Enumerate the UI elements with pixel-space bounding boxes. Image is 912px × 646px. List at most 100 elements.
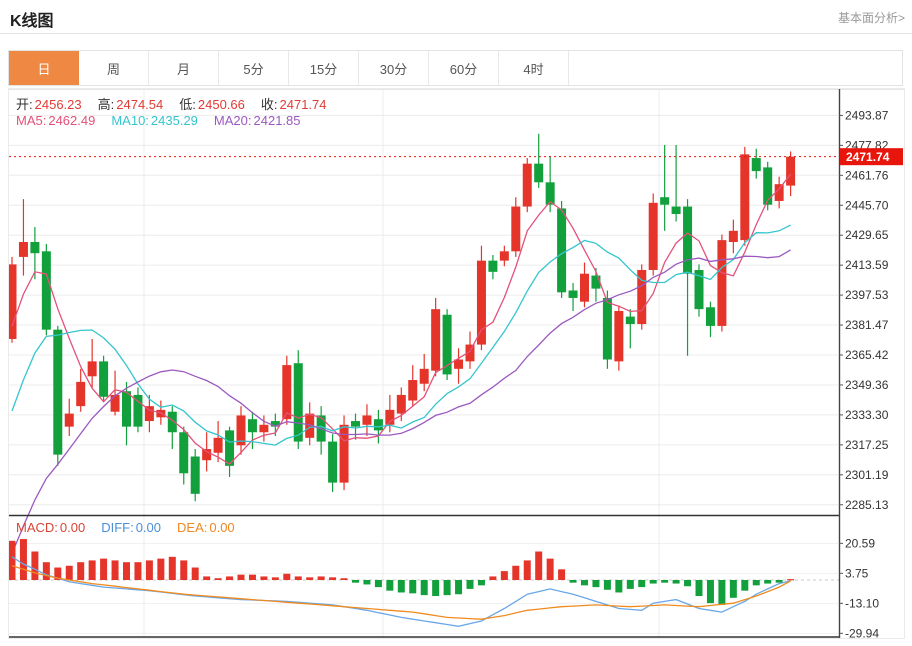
macd-bar-positive bbox=[535, 552, 542, 580]
tab-60min[interactable]: 60分 bbox=[429, 51, 499, 85]
candle-down bbox=[603, 298, 612, 360]
main-axis-label: 2381.47 bbox=[845, 318, 889, 332]
macd-bar-negative bbox=[650, 580, 657, 584]
macd-bar-positive bbox=[226, 576, 233, 580]
tab-week[interactable]: 周 bbox=[79, 51, 149, 85]
candle-down bbox=[672, 207, 681, 214]
macd-bar-positive bbox=[306, 577, 313, 580]
candle-up bbox=[408, 380, 417, 401]
macd-bar-positive bbox=[489, 576, 496, 580]
tab-day[interactable]: 日 bbox=[9, 51, 79, 85]
macd-bar-negative bbox=[764, 580, 771, 584]
macd-bar-positive bbox=[547, 559, 554, 580]
tab-4hour[interactable]: 4时 bbox=[499, 51, 569, 85]
macd-bar-negative bbox=[478, 580, 485, 585]
macd-bar-negative bbox=[615, 580, 622, 592]
macd-bar-negative bbox=[570, 580, 577, 583]
candle-down bbox=[488, 261, 497, 272]
candle-up bbox=[649, 203, 658, 270]
candle-down bbox=[534, 164, 543, 183]
candle-up bbox=[111, 395, 120, 412]
candle-up bbox=[431, 309, 440, 371]
macd-bar-positive bbox=[112, 560, 119, 580]
tab-5min[interactable]: 5分 bbox=[219, 51, 289, 85]
main-axis-label: 2301.19 bbox=[845, 468, 889, 482]
macd-bar-negative bbox=[753, 580, 760, 585]
macd-bar-negative bbox=[409, 580, 416, 593]
candle-down bbox=[30, 242, 39, 253]
chart-area[interactable]: 开:2456.23高:2474.54低:2450.66收:2471.74 MA5… bbox=[8, 88, 905, 639]
candle-down bbox=[328, 442, 337, 483]
header-divider bbox=[0, 33, 912, 34]
candle-up bbox=[729, 231, 738, 242]
macd-bar-positive bbox=[89, 560, 96, 580]
macd-bar-positive bbox=[238, 575, 245, 580]
macd-bar-positive bbox=[215, 578, 222, 580]
macd-bar-positive bbox=[524, 560, 531, 580]
macd-bar-positive bbox=[31, 552, 38, 580]
macd-bar-positive bbox=[169, 557, 176, 580]
macd-bar-negative bbox=[352, 580, 359, 583]
candle-up bbox=[500, 251, 509, 260]
macd-bar-negative bbox=[444, 580, 451, 595]
last-price-tag: 2471.74 bbox=[840, 148, 903, 165]
candle-down bbox=[294, 363, 303, 441]
main-axis-label: 2285.13 bbox=[845, 498, 889, 512]
candle-down bbox=[133, 395, 142, 427]
macd-bar-positive bbox=[9, 541, 16, 580]
macd-bar-negative bbox=[741, 580, 748, 591]
page-title: K线图 bbox=[10, 7, 54, 31]
macd-bar-positive bbox=[180, 560, 187, 580]
candle-up bbox=[397, 395, 406, 414]
macd-bar-negative bbox=[661, 580, 668, 583]
macd-axis-label: -13.10 bbox=[845, 596, 879, 610]
kline-chart-svg[interactable]: 2493.872477.822461.762445.702429.652413.… bbox=[9, 89, 904, 638]
candle-up bbox=[9, 264, 17, 339]
candle-down bbox=[168, 412, 177, 433]
tab-month[interactable]: 月 bbox=[149, 51, 219, 85]
macd-bar-positive bbox=[341, 578, 348, 580]
macd-bar-positive bbox=[318, 576, 325, 580]
main-axis-label: 2413.59 bbox=[845, 258, 889, 272]
candle-up bbox=[202, 449, 211, 460]
macd-bar-negative bbox=[421, 580, 428, 595]
macd-bar-negative bbox=[455, 580, 462, 594]
macd-bar-positive bbox=[100, 559, 107, 580]
macd-bar-positive bbox=[43, 562, 50, 580]
macd-bar-negative bbox=[386, 580, 393, 591]
macd-bar-positive bbox=[272, 577, 279, 580]
interval-tab-bar: 日周月5分15分30分60分4时 bbox=[8, 50, 903, 86]
macd-bar-positive bbox=[283, 574, 290, 580]
candle-down bbox=[179, 432, 188, 473]
tab-15min[interactable]: 15分 bbox=[289, 51, 359, 85]
macd-bar-negative bbox=[718, 580, 725, 605]
macd-bar-negative bbox=[604, 580, 611, 590]
candle-down bbox=[248, 419, 257, 432]
tab-30min[interactable]: 30分 bbox=[359, 51, 429, 85]
main-axis-label: 2445.70 bbox=[845, 198, 889, 212]
fundamental-analysis-link[interactable]: 基本面分析> bbox=[838, 9, 905, 26]
candle-down bbox=[706, 307, 715, 326]
macd-bar-negative bbox=[375, 580, 382, 587]
candle-down bbox=[660, 197, 669, 204]
candle-up bbox=[259, 425, 268, 432]
candle-down bbox=[626, 317, 635, 324]
macd-bar-positive bbox=[512, 566, 519, 580]
macd-bar-negative bbox=[730, 580, 737, 598]
kline-widget: K线图 基本面分析> 日周月5分15分30分60分4时 开:2456.23高:2… bbox=[0, 0, 912, 646]
candle-down bbox=[683, 207, 692, 274]
candle-down bbox=[763, 167, 772, 204]
candle-up bbox=[523, 164, 532, 207]
macd-axis-label: 3.75 bbox=[845, 566, 869, 580]
candle-down bbox=[122, 391, 131, 426]
macd-bar-negative bbox=[592, 580, 599, 587]
candle-down bbox=[569, 290, 578, 297]
macd-bar-negative bbox=[398, 580, 405, 592]
macd-bar-negative bbox=[776, 580, 783, 583]
candle-up bbox=[740, 154, 749, 240]
macd-bar-positive bbox=[192, 568, 199, 580]
candle-up bbox=[614, 311, 623, 361]
macd-bar-negative bbox=[638, 580, 645, 587]
macd-bar-negative bbox=[581, 580, 588, 585]
tab-bar-spacer bbox=[569, 51, 902, 85]
